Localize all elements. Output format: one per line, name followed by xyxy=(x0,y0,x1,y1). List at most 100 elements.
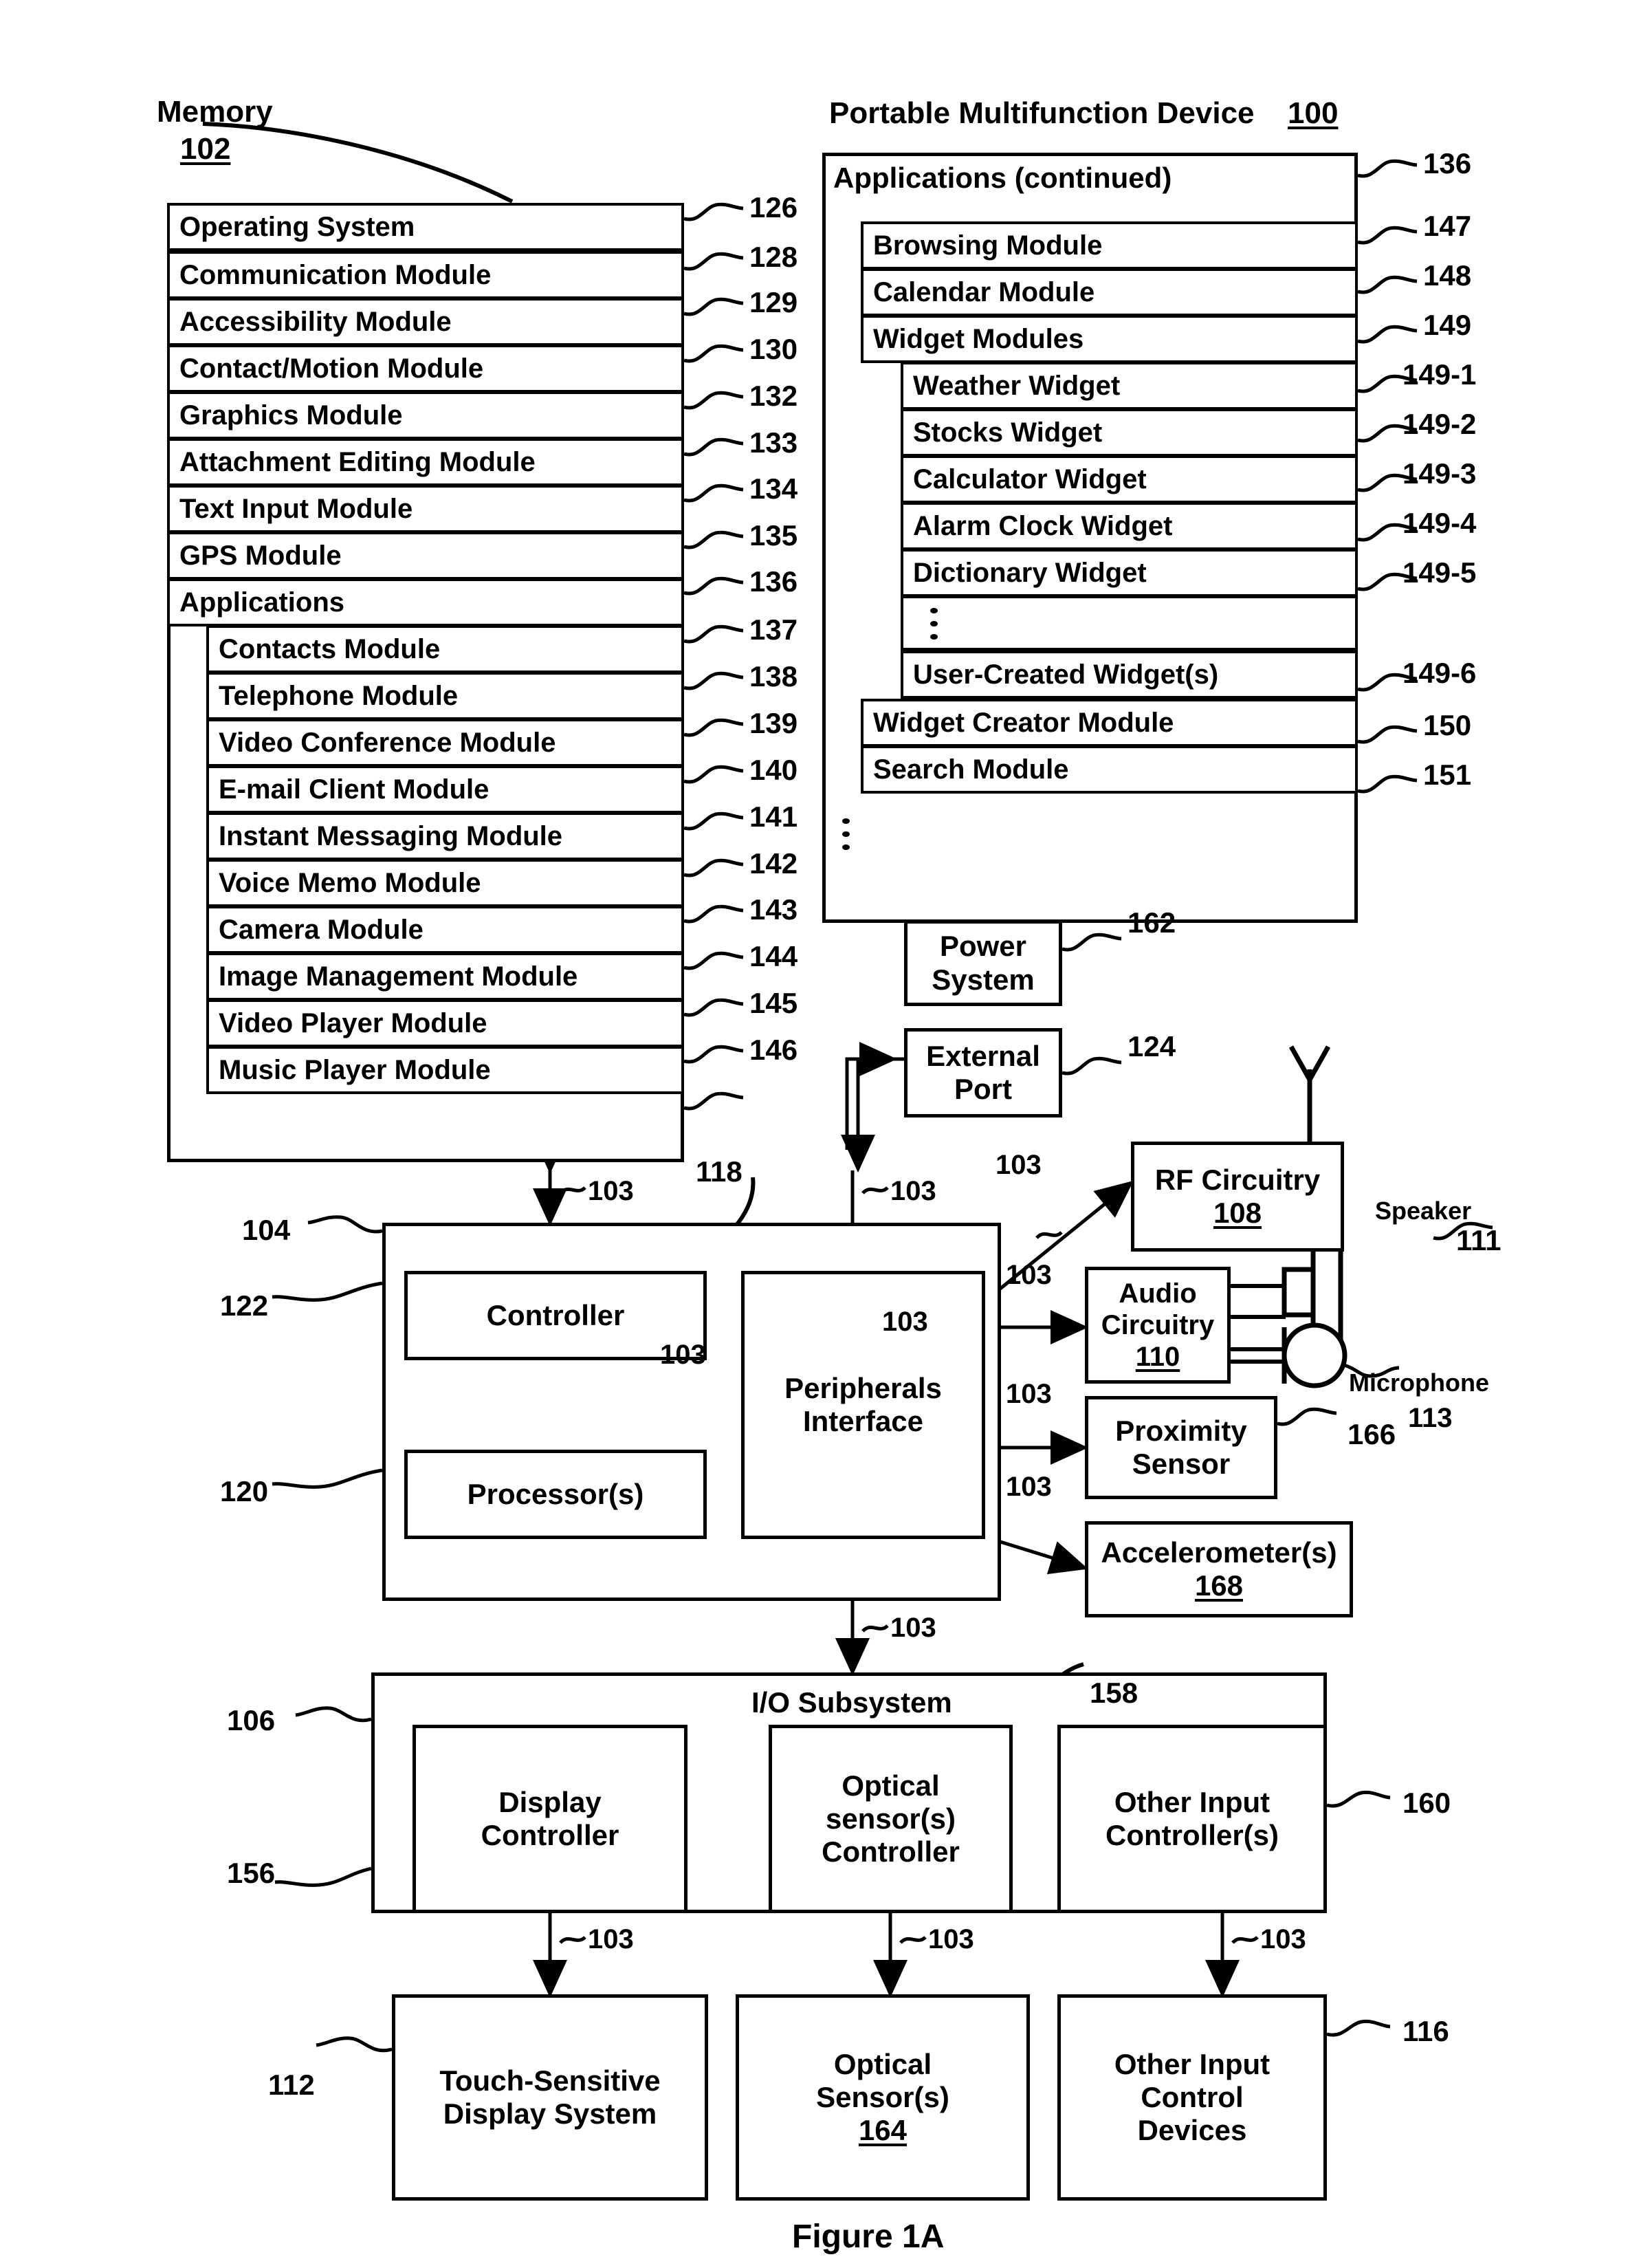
memory-row-label: Text Input Module xyxy=(179,493,413,524)
other-input-devices-block: Other Input Control Devices xyxy=(1057,1994,1327,2201)
app-cont-label: Search Module xyxy=(873,754,1069,785)
ref-106: 106 xyxy=(227,1704,276,1736)
ref-162: 162 xyxy=(1128,906,1176,939)
ref-149-1: 149-1 xyxy=(1402,358,1477,391)
rf-circuitry-ref: 108 xyxy=(1213,1197,1262,1229)
touch-display-line1: Touch-Sensitive xyxy=(439,2064,661,2097)
accelerometers-ref: 168 xyxy=(1194,1569,1244,1602)
application-row: Video Player Module xyxy=(206,999,684,1047)
peripherals-interface-block: Peripherals Interface xyxy=(741,1271,985,1539)
ref-129: 129 xyxy=(749,286,798,318)
bus-label-103: 103 xyxy=(1006,1260,1052,1290)
ref-145: 145 xyxy=(749,987,798,1019)
external-port-line1: External xyxy=(926,1039,1040,1072)
other-input-devices-line1: Other Input xyxy=(1114,2047,1270,2080)
bus-label-103: 103 xyxy=(890,1613,936,1643)
display-controller-line2: Controller xyxy=(481,1819,619,1851)
memory-row-applications: Applications xyxy=(167,578,684,626)
ref-137: 137 xyxy=(749,613,798,646)
memory-row: Attachment Editing Module xyxy=(167,438,684,486)
audio-circuitry-ref: 110 xyxy=(1135,1342,1180,1372)
application-label: Image Management Module xyxy=(219,961,578,992)
rf-circuitry-block: RF Circuitry 108 xyxy=(1131,1142,1344,1252)
ref-149-5: 149-5 xyxy=(1402,556,1477,589)
application-label: Video Conference Module xyxy=(219,727,556,758)
accelerometers-block: Accelerometer(s) 168 xyxy=(1085,1521,1353,1617)
ref-149-3: 149-3 xyxy=(1402,457,1477,490)
ref-158: 158 xyxy=(1090,1677,1138,1709)
application-label: Telephone Module xyxy=(219,680,459,711)
display-controller-line1: Display xyxy=(498,1785,602,1818)
widget-label: Calculator Widget xyxy=(913,464,1147,494)
memory-row-label: Operating System xyxy=(179,211,415,242)
ref-144: 144 xyxy=(749,940,798,972)
ref-166: 166 xyxy=(1348,1418,1396,1450)
memory-row-label: Accessibility Module xyxy=(179,306,452,337)
applications-continued-ellipsis xyxy=(839,818,852,850)
application-row: Music Player Module xyxy=(206,1046,684,1094)
ref-143: 143 xyxy=(749,893,798,926)
ref-136-right: 136 xyxy=(1423,147,1472,179)
memory-row-label: Attachment Editing Module xyxy=(179,446,536,477)
touch-display-line2: Display System xyxy=(443,2097,657,2130)
optical-controller-line2: sensor(s) xyxy=(825,1802,956,1835)
audio-circuitry-line2: Circuitry xyxy=(1101,1310,1215,1340)
ref-134: 134 xyxy=(749,472,798,505)
power-system-line1: Power xyxy=(939,930,1027,963)
memory-row-label: GPS Module xyxy=(179,540,342,571)
processors-label: Processor(s) xyxy=(467,1477,644,1510)
app-cont-row: Widget Creator Module xyxy=(861,699,1358,747)
processors-block: Processor(s) xyxy=(404,1450,707,1539)
optical-controller-line1: Optical xyxy=(842,1769,940,1802)
other-input-controller-line2: Controller(s) xyxy=(1106,1819,1279,1851)
app-cont-row-widget-modules: Widget Modules xyxy=(861,315,1358,363)
optical-sensors-line2: Sensor(s) xyxy=(816,2080,949,2113)
ref-126: 126 xyxy=(749,191,798,223)
memory-row: Contact/Motion Module xyxy=(167,345,684,393)
ref-156: 156 xyxy=(227,1857,276,1889)
other-input-controller-line1: Other Input xyxy=(1114,1785,1270,1818)
ref-116: 116 xyxy=(1402,2015,1449,2047)
memory-row: Operating System xyxy=(167,203,684,251)
memory-row-label: Communication Module xyxy=(179,259,492,290)
accelerometers-label: Accelerometer(s) xyxy=(1101,1536,1337,1569)
other-input-controller-block: Other Input Controller(s) xyxy=(1057,1725,1327,1913)
bus-label-103: 103 xyxy=(1260,1924,1306,1954)
ref-128: 128 xyxy=(749,241,798,273)
app-cont-row: Search Module xyxy=(861,745,1358,794)
app-cont-label: Calendar Module xyxy=(873,276,1095,307)
optical-controller-line3: Controller xyxy=(822,1835,960,1868)
application-label: E-mail Client Module xyxy=(219,774,490,805)
ref-160: 160 xyxy=(1402,1787,1451,1819)
other-input-devices-line3: Devices xyxy=(1137,2114,1247,2147)
ref-148: 148 xyxy=(1423,259,1472,292)
ref-133: 133 xyxy=(749,426,798,459)
patent-figure-1a: Memory 102 Portable Multifunction Device… xyxy=(0,0,1650,2268)
app-cont-label: Browsing Module xyxy=(873,230,1103,261)
memory-title: Memory xyxy=(157,95,273,129)
application-row: Contacts Module xyxy=(206,625,684,673)
application-row: Voice Memo Module xyxy=(206,859,684,907)
external-port-block: External Port xyxy=(904,1028,1062,1117)
ref-122: 122 xyxy=(220,1289,269,1322)
audio-circuitry-block: Audio Circuitry 110 xyxy=(1085,1267,1231,1384)
widget-label: Alarm Clock Widget xyxy=(913,510,1173,541)
ref-135: 135 xyxy=(749,519,798,552)
ref-149-4: 149-4 xyxy=(1402,507,1477,539)
memory-row-label: Contact/Motion Module xyxy=(179,353,484,384)
ref-118: 118 xyxy=(696,1155,742,1188)
memory-ref: 102 xyxy=(180,132,231,166)
optical-sensors-line1: Optical xyxy=(833,2047,932,2080)
widget-label: User-Created Widget(s) xyxy=(913,659,1219,690)
power-system-block: Power System xyxy=(904,920,1062,1006)
widget-label: Stocks Widget xyxy=(913,417,1103,448)
application-label: Voice Memo Module xyxy=(219,867,481,898)
app-cont-row: Calendar Module xyxy=(861,268,1358,316)
widget-row: Calculator Widget xyxy=(901,455,1358,503)
bus-label-103: 103 xyxy=(890,1176,936,1206)
application-label: Camera Module xyxy=(219,914,424,945)
widget-label: Dictionary Widget xyxy=(913,557,1147,588)
audio-circuitry-line1: Audio xyxy=(1119,1278,1197,1309)
ref-132: 132 xyxy=(749,380,798,412)
bus-label-103: 103 xyxy=(588,1176,634,1206)
